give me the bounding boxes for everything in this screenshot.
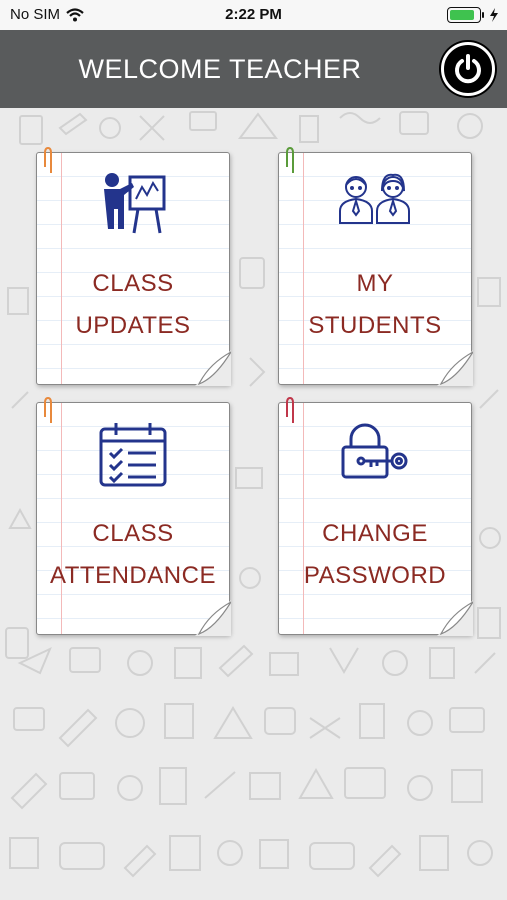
battery-icon [447, 7, 484, 23]
icon-wrap [37, 171, 229, 241]
status-right [447, 7, 499, 23]
card-label-line2: UPDATES [75, 312, 191, 339]
page-title: WELCOME TEACHER [78, 54, 362, 84]
card-label-line2: STUDENTS [308, 312, 442, 339]
logout-button[interactable] [441, 42, 495, 96]
attendance-calendar-icon [99, 423, 167, 487]
card-label: CLASS UPDATES [37, 263, 229, 347]
icon-wrap [37, 421, 229, 491]
card-label-line1: CLASS [92, 270, 174, 297]
teacher-board-icon [104, 173, 166, 234]
page-curl [195, 600, 231, 636]
card-label-line1: CHANGE [322, 520, 428, 547]
class-updates-card[interactable]: CLASS UPDATES [36, 147, 231, 386]
icon-wrap [279, 171, 471, 241]
lock-key-icon [341, 423, 408, 479]
class-attendance-card[interactable]: CLASS ATTENDANCE [36, 397, 231, 636]
card-label: CHANGE PASSWORD [279, 513, 471, 597]
card-label-line2: PASSWORD [303, 562, 447, 589]
battery-fill [450, 10, 474, 20]
card-label-line1: CLASS [92, 520, 174, 547]
page-curl [437, 350, 473, 386]
card-label: CLASS ATTENDANCE [37, 513, 229, 597]
icon-wrap [279, 421, 471, 491]
charging-icon [490, 8, 498, 22]
status-time: 2:22 PM [225, 6, 282, 23]
students-icon [339, 173, 410, 224]
my-students-card[interactable]: MY STUDENTS [278, 147, 473, 386]
card-label-line1: MY [356, 270, 394, 297]
app-header: WELCOME TEACHER [0, 30, 507, 108]
power-icon [455, 54, 481, 84]
card-label-line2: ATTENDANCE [50, 562, 216, 589]
screen: No SIM 2:22 PM WELCOME TEACHER CLASS UPD… [0, 0, 507, 900]
card-label: MY STUDENTS [279, 263, 471, 347]
page-curl [437, 600, 473, 636]
change-password-card[interactable]: CHANGE PASSWORD [278, 397, 473, 636]
page-curl [195, 350, 231, 386]
status-bar: No SIM 2:22 PM [0, 0, 507, 30]
